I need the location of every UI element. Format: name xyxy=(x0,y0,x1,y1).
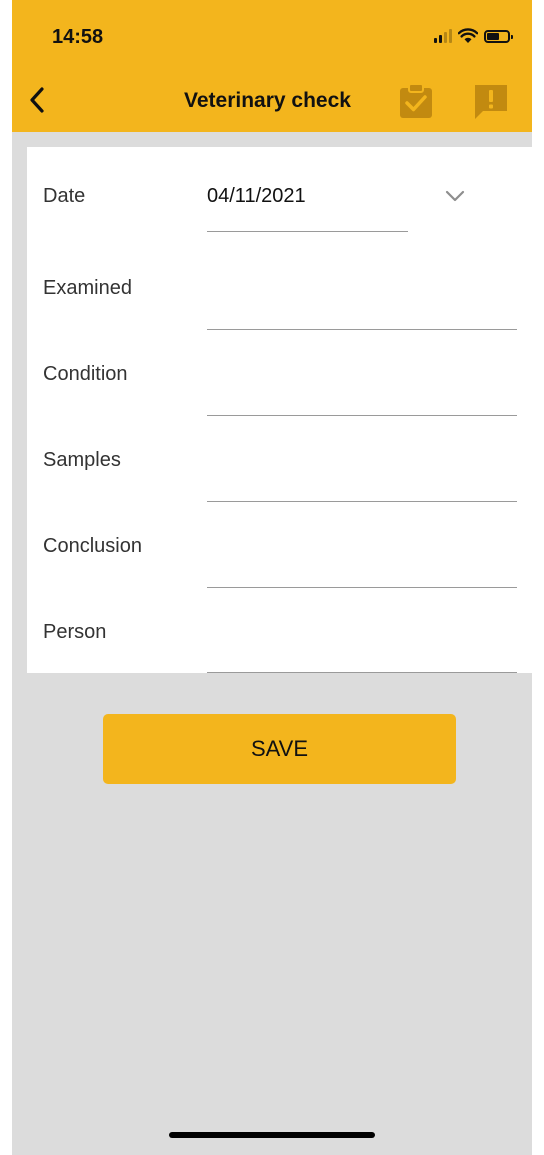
chevron-left-icon xyxy=(30,87,44,113)
date-underline xyxy=(207,231,408,232)
conclusion-label: Conclusion xyxy=(43,535,142,557)
person-label: Person xyxy=(43,621,107,643)
samples-label: Samples xyxy=(43,449,121,471)
conclusion-field[interactable] xyxy=(207,543,517,583)
examined-label: Examined xyxy=(43,277,132,299)
examined-underline xyxy=(207,329,517,330)
date-value[interactable]: 04/11/2021 xyxy=(207,185,306,208)
app-screen: 14:58 Veterinary check Date 04/11/2021 E… xyxy=(12,0,532,1155)
cellular-signal-icon xyxy=(434,29,452,43)
conclusion-underline xyxy=(207,587,517,588)
date-label: Date xyxy=(43,185,86,207)
chevron-down-icon xyxy=(445,190,465,202)
save-button[interactable]: SAVE xyxy=(103,714,456,784)
alert-message-icon xyxy=(475,85,507,119)
wifi-icon xyxy=(458,28,478,43)
page-title: Veterinary check xyxy=(184,89,351,112)
condition-underline xyxy=(207,415,517,416)
clipboard-check-icon xyxy=(400,83,432,118)
app-header: 14:58 Veterinary check xyxy=(12,0,532,132)
battery-icon xyxy=(484,29,513,43)
home-indicator xyxy=(169,1132,375,1138)
veterinary-check-form: Date 04/11/2021 Examined Condition Sampl… xyxy=(27,147,532,673)
condition-field[interactable] xyxy=(207,371,517,411)
report-issue-button[interactable] xyxy=(472,82,508,120)
samples-field[interactable] xyxy=(207,457,517,497)
person-underline xyxy=(207,672,517,673)
date-dropdown-toggle[interactable] xyxy=(443,187,467,205)
condition-label: Condition xyxy=(43,363,128,385)
checklist-button[interactable] xyxy=(398,82,434,120)
examined-field[interactable] xyxy=(207,285,517,325)
person-field[interactable] xyxy=(207,629,517,669)
back-button[interactable] xyxy=(22,82,52,118)
samples-underline xyxy=(207,501,517,502)
status-icons xyxy=(434,26,513,46)
status-time: 14:58 xyxy=(52,26,104,48)
